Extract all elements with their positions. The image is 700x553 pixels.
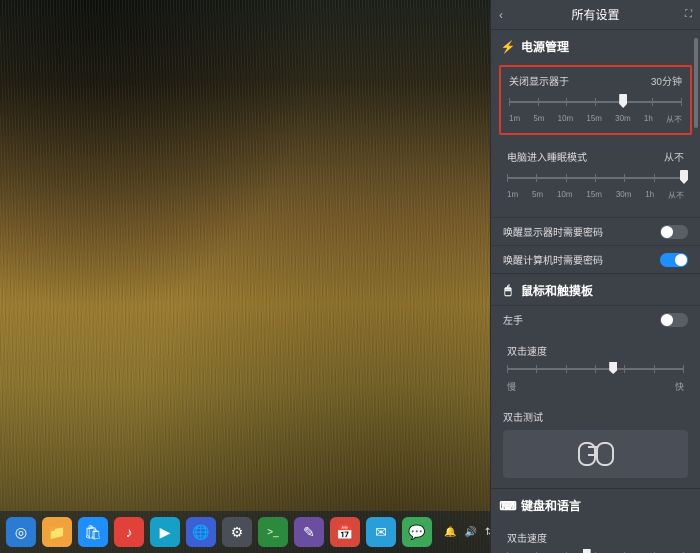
toggle-label: 唤醒计算机时需要密码 [503, 252, 603, 267]
dock-item-launcher[interactable]: ◎ [6, 517, 36, 547]
dock-item-editor[interactable]: ✎ [294, 517, 324, 547]
sleep-ticks: 1m 5m 10m 15m 30m 1h 从不 [507, 190, 684, 201]
desktop-wallpaper [0, 0, 490, 553]
section-title: 鼠标和触摸板 [521, 282, 593, 299]
display-off-ticks: 1m 5m 10m 15m 30m 1h 从不 [509, 114, 682, 125]
double-click-speed-slider[interactable] [507, 362, 684, 376]
wake-computer-password-toggle[interactable] [660, 253, 688, 267]
display-off-slider[interactable] [509, 92, 682, 112]
expand-icon[interactable]: ⛶ [685, 9, 692, 20]
dock-item-mail[interactable]: ✉ [366, 517, 396, 547]
left-hand-toggle[interactable] [660, 313, 688, 327]
panel-header: ‹ 所有设置 ⛶ [491, 0, 700, 30]
tray-notification-icon[interactable]: 🔔 [444, 527, 456, 538]
sleep-label: 电脑进入睡眠模式 [507, 149, 587, 164]
sleep-group: 电脑进入睡眠模式 从不 1m 5m 10m 15m 30m 1h 从不 [499, 143, 692, 209]
section-mouse: 🖱 鼠标和触摸板 [491, 273, 700, 305]
keyboard-icon: ⌨ [501, 499, 515, 513]
section-title: 电源管理 [521, 38, 569, 55]
dock-item-music[interactable]: ♪ [114, 517, 144, 547]
dock-item-calendar[interactable]: 📅 [330, 517, 360, 547]
slider-min: 慢 [507, 380, 516, 393]
section-title: 键盘和语言 [521, 497, 581, 514]
wake-computer-password-row: 唤醒计算机时需要密码 [491, 245, 700, 273]
keyboard-speed-group: 双击速度 慢 快 [499, 524, 692, 553]
gamepad-icon [578, 442, 614, 466]
toggle-label: 唤醒显示器时需要密码 [503, 224, 603, 239]
sleep-value: 从不 [664, 149, 684, 164]
slider-thumb[interactable] [583, 549, 591, 553]
toggle-label: 左手 [503, 312, 523, 327]
dbl-test-label: 双击测试 [503, 409, 688, 424]
double-click-speed-group: 双击速度 慢 快 [499, 337, 692, 401]
dock-item-browser[interactable]: 🌐 [186, 517, 216, 547]
double-click-test: 双击测试 [503, 409, 688, 478]
settings-panel: ‹ 所有设置 ⛶ ⚡ 电源管理 关闭显示器于 30分钟 1m 5m 10m 15… [490, 0, 700, 553]
kbd-speed-label: 双击速度 [507, 530, 547, 545]
panel-scrollbar[interactable] [694, 34, 698, 549]
back-icon[interactable]: ‹ [499, 8, 503, 22]
slider-max: 快 [675, 380, 684, 393]
wake-display-password-toggle[interactable] [660, 225, 688, 239]
dock-item-settings[interactable]: ⚙ [222, 517, 252, 547]
display-off-value: 30分钟 [651, 73, 682, 88]
sleep-slider[interactable] [507, 168, 684, 188]
dock-item-store[interactable]: 🛍 [78, 517, 108, 547]
section-power: ⚡ 电源管理 [491, 30, 700, 61]
dock: ◎ 📁 🛍 ♪ ▶ 🌐 ⚙ >_ ✎ 📅 ✉ 💬 🔔 🔊 ⇅ 08:17 [0, 511, 490, 553]
power-icon: ⚡ [501, 40, 515, 54]
scrollbar-thumb[interactable] [694, 38, 698, 128]
panel-title: 所有设置 [571, 6, 619, 23]
mouse-icon: 🖱 [501, 284, 515, 298]
dock-item-video[interactable]: ▶ [150, 517, 180, 547]
wake-display-password-row: 唤醒显示器时需要密码 [491, 217, 700, 245]
left-hand-row: 左手 [491, 305, 700, 333]
display-off-label: 关闭显示器于 [509, 73, 569, 88]
tray-sound-icon[interactable]: 🔊 [464, 527, 476, 538]
dock-item-terminal[interactable]: >_ [258, 517, 288, 547]
section-keyboard: ⌨ 键盘和语言 [491, 488, 700, 520]
display-off-group: 关闭显示器于 30分钟 1m 5m 10m 15m 30m 1h 从不 [499, 65, 692, 135]
dock-item-chat[interactable]: 💬 [402, 517, 432, 547]
panel-body: ⚡ 电源管理 关闭显示器于 30分钟 1m 5m 10m 15m 30m 1h … [491, 30, 700, 553]
dock-item-files[interactable]: 📁 [42, 517, 72, 547]
dbl-speed-label: 双击速度 [507, 343, 547, 358]
double-click-test-pad[interactable] [503, 430, 688, 478]
keyboard-speed-slider[interactable] [507, 549, 684, 553]
